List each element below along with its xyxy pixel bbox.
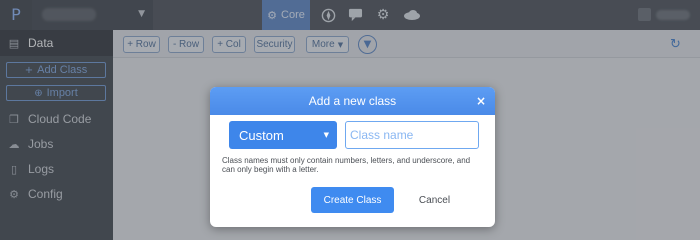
create-class-button[interactable]: Create Class xyxy=(311,187,394,213)
close-icon[interactable]: × xyxy=(476,94,486,108)
class-type-dropdown[interactable]: Custom ▼ xyxy=(229,121,337,149)
chevron-down-icon: ▼ xyxy=(323,131,329,139)
cancel-button[interactable]: Cancel xyxy=(411,187,458,213)
class-name-input[interactable] xyxy=(345,121,479,149)
dialog-header: Add a new class × xyxy=(210,87,495,115)
dialog-title: Add a new class xyxy=(308,94,397,108)
add-class-dialog: Add a new class × Custom ▼ Class names m… xyxy=(210,87,495,227)
class-name-hint: Class names must only contain numbers, l… xyxy=(222,156,471,174)
class-type-value: Custom xyxy=(239,127,284,143)
